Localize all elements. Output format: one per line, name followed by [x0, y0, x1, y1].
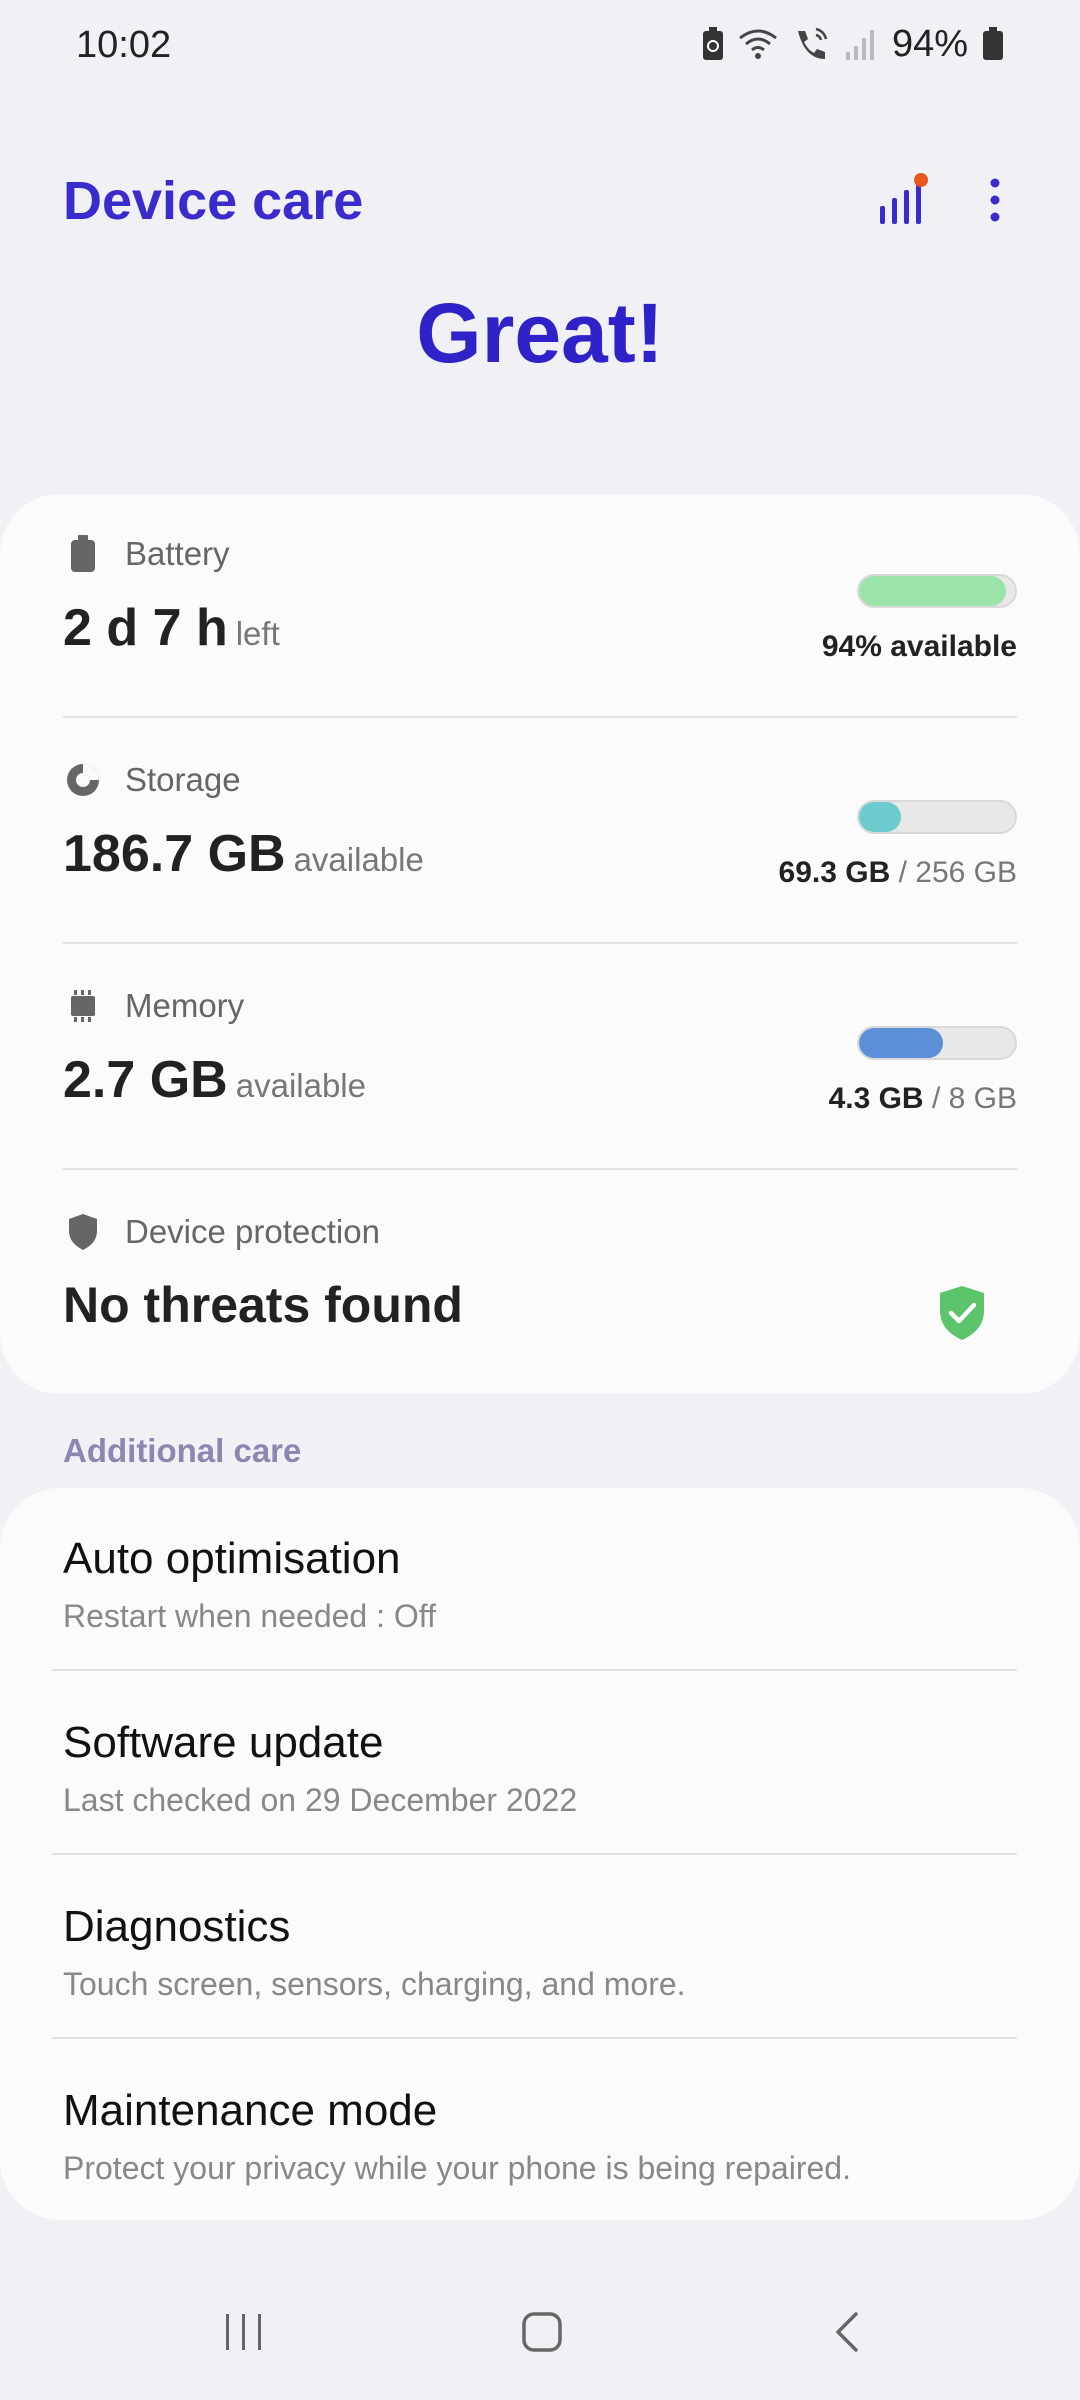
battery-icon: [63, 534, 103, 574]
status-icons: 94%: [702, 22, 1004, 66]
memory-label: Memory: [125, 987, 245, 1024]
list-item-auto-optimisation[interactable]: Auto optimisation Restart when needed : …: [63, 1534, 1017, 1635]
list-item-software-update[interactable]: Software update Last checked on 29 Decem…: [63, 1718, 1017, 1819]
protection-value: No threats found: [63, 1277, 463, 1333]
list-item-subtitle: Restart when needed : Off: [63, 1598, 436, 1634]
battery-available: 94% available: [821, 630, 1017, 663]
memory-bar: [857, 1026, 1017, 1060]
wifi-calling-icon: [792, 27, 830, 61]
battery-saver-icon: [702, 27, 724, 61]
status-time: 10:02: [76, 24, 172, 66]
battery-percent: 94%: [891, 22, 968, 65]
shield-icon: [63, 1212, 103, 1252]
additional-care-card: Auto optimisation Restart when needed : …: [0, 1488, 1080, 2220]
divider: [52, 1669, 1017, 1671]
battery-header: Battery: [63, 532, 230, 576]
memory-icon: [63, 986, 103, 1026]
storage-header: Storage: [63, 758, 241, 802]
protection-label: Device protection: [125, 1213, 380, 1250]
memory-value-line: 2.7 GB available: [63, 1050, 366, 1110]
battery-icon: [982, 27, 1004, 61]
battery-value: 2 d 7 h: [63, 599, 228, 657]
list-item-subtitle: Protect your privacy while your phone is…: [63, 2150, 851, 2186]
storage-value: 186.7 GB: [63, 825, 286, 883]
battery-row[interactable]: Battery 2 d 7 h left 94% available: [63, 532, 1017, 722]
home-icon[interactable]: [520, 2310, 564, 2359]
storage-row[interactable]: Storage 186.7 GB available 69.3 GB / 256 …: [63, 758, 1017, 948]
memory-header: Memory: [63, 984, 244, 1028]
memory-value: 2.7 GB: [63, 1051, 228, 1109]
list-item-title: Diagnostics: [63, 1902, 291, 1951]
protection-header: Device protection: [63, 1210, 380, 1254]
storage-label: Storage: [125, 761, 241, 798]
divider: [52, 2037, 1017, 2039]
battery-label: Battery: [125, 535, 230, 572]
stats-icon[interactable]: [872, 170, 932, 235]
list-item-maintenance-mode[interactable]: Maintenance mode Protect your privacy wh…: [63, 2086, 1017, 2187]
list-item-title: Auto optimisation: [63, 1534, 401, 1583]
wifi-icon: [738, 28, 778, 60]
battery-suffix: left: [235, 615, 280, 652]
back-icon[interactable]: [826, 2310, 870, 2359]
list-item-subtitle: Last checked on 29 December 2022: [63, 1782, 578, 1818]
list-item-diagnostics[interactable]: Diagnostics Touch screen, sensors, charg…: [63, 1902, 1017, 2003]
list-item-subtitle: Touch screen, sensors, charging, and mor…: [63, 1966, 686, 2002]
page-title: Device care: [63, 171, 364, 231]
storage-icon: [63, 760, 103, 800]
device-protection-row[interactable]: Device protection No threats found: [63, 1210, 1017, 1380]
device-status-card: Battery 2 d 7 h left 94% available Storag…: [0, 494, 1080, 1394]
divider: [63, 1168, 1017, 1170]
divider: [63, 942, 1017, 944]
signal-icon: [844, 28, 878, 60]
divider: [63, 716, 1017, 718]
status-headline: Great!: [416, 286, 664, 380]
list-item-title: Maintenance mode: [63, 2086, 438, 2135]
storage-bar-fill: [859, 802, 902, 832]
shield-check-icon: [937, 1284, 987, 1347]
recents-icon[interactable]: [222, 2310, 266, 2359]
list-item-title: Software update: [63, 1718, 384, 1767]
more-options-icon[interactable]: [975, 175, 1015, 230]
storage-value-line: 186.7 GB available: [63, 824, 424, 884]
navigation-bar: [0, 2280, 1080, 2400]
memory-row[interactable]: Memory 2.7 GB available 4.3 GB / 8 GB: [63, 984, 1017, 1174]
section-title-additional-care: Additional care: [63, 1432, 302, 1469]
storage-suffix: available: [293, 841, 424, 878]
memory-suffix: available: [235, 1067, 366, 1104]
memory-usage: 4.3 GB / 8 GB: [828, 1082, 1017, 1115]
storage-usage: 69.3 GB / 256 GB: [778, 856, 1017, 889]
protection-value-line: No threats found: [63, 1276, 463, 1334]
status-bar: 10:02 94%: [0, 0, 1080, 92]
battery-bar: [857, 574, 1017, 608]
battery-value-line: 2 d 7 h left: [63, 598, 280, 658]
battery-bar-fill: [859, 576, 1006, 606]
storage-bar: [857, 800, 1017, 834]
divider: [52, 1853, 1017, 1855]
memory-bar-fill: [859, 1028, 944, 1058]
